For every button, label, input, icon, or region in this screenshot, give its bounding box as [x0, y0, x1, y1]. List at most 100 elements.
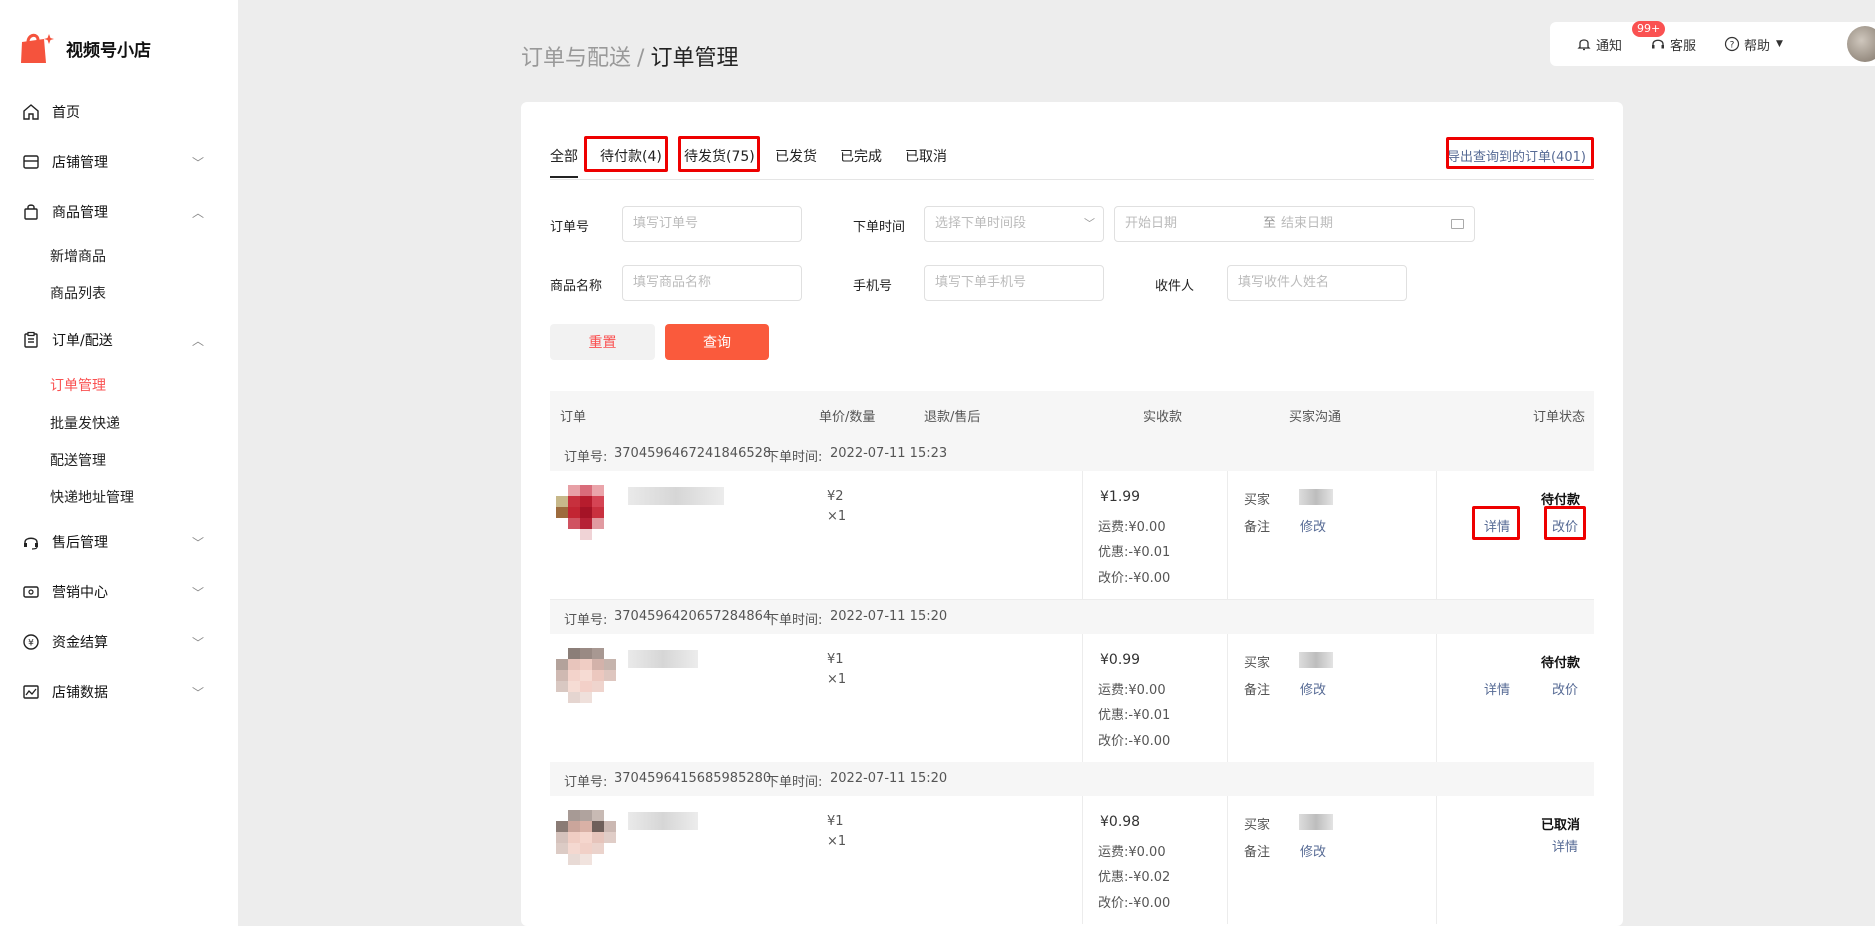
edit-note-link[interactable]: 修改: [1300, 841, 1326, 860]
sidebar-subitem-add-product[interactable]: 新增商品: [50, 246, 106, 266]
help-label: 帮助: [1744, 38, 1771, 54]
column-header: 订单状态: [1533, 410, 1586, 425]
edit-note-link[interactable]: 修改: [1300, 679, 1326, 698]
quantity: ×1: [827, 509, 847, 524]
notification-label: 通知: [1596, 38, 1623, 54]
unit-price: ¥2: [827, 489, 844, 504]
sidebar-item-orders[interactable]: 订单/配送 ︿: [0, 324, 238, 356]
sidebar-item-label: 商品管理: [52, 205, 108, 221]
sidebar-item-marketing[interactable]: 营销中心 ﹀: [0, 576, 238, 608]
quantity: ×1: [827, 672, 847, 687]
sidebar-subitem-order-management[interactable]: 订单管理: [50, 375, 106, 395]
price-adjustment: 改价:-¥0.00: [1098, 734, 1171, 749]
svg-text:?: ?: [1730, 41, 1735, 51]
sidebar-item-home[interactable]: 首页: [0, 96, 238, 128]
receiver-input[interactable]: 填写收件人姓名: [1227, 265, 1407, 301]
sidebar-item-label: 营销中心: [52, 585, 108, 601]
tab-completed[interactable]: 已完成: [840, 146, 882, 166]
buyer-name-blurred: [1299, 489, 1333, 505]
note-label: 备注: [1244, 520, 1271, 535]
order-detail-link[interactable]: 详情: [1552, 836, 1578, 855]
order-header: 订单号: 3704596420657284864 下单时间: 2022-07-1…: [550, 600, 1594, 634]
change-price-link[interactable]: 改价: [1552, 679, 1578, 698]
date-range-picker[interactable]: 开始日期 至 结束日期: [1114, 206, 1475, 242]
date-start-placeholder: 开始日期: [1125, 216, 1178, 231]
sidebar-item-label: 售后管理: [52, 535, 108, 551]
headset-icon: [22, 533, 40, 551]
unit-price: ¥1: [827, 814, 844, 829]
avatar[interactable]: [1847, 26, 1875, 62]
buyer-label: 买家: [1244, 818, 1271, 833]
svg-text:¥: ¥: [28, 639, 34, 649]
discount: 优惠:-¥0.01: [1098, 708, 1171, 723]
order-panel: 全部 待付款(4) 待发货(75) 已发货 已完成 已取消 导出查询到的订单(4…: [521, 102, 1623, 926]
product-name-input[interactable]: 填写商品名称: [622, 265, 802, 301]
date-end-placeholder: 结束日期: [1281, 216, 1334, 231]
tab-shipped[interactable]: 已发货: [775, 146, 817, 166]
column-header: 单价/数量: [819, 410, 876, 425]
date-separator: 至: [1263, 216, 1277, 231]
reset-button[interactable]: 重置: [550, 324, 655, 360]
product-name-blurred: [628, 487, 724, 505]
order-no-label: 订单号:: [564, 775, 608, 790]
chevron-down-icon: ﹀: [191, 636, 204, 650]
sidebar-item-store[interactable]: 店铺管理 ﹀: [0, 146, 238, 178]
caret-down-icon: ▼: [1776, 39, 1783, 49]
sidebar-subitem-address[interactable]: 快递地址管理: [50, 487, 134, 507]
breadcrumb: 订单与配送 / 订单管理: [521, 40, 738, 72]
search-button[interactable]: 查询: [665, 324, 769, 360]
order-header: 订单号: 3704596415685985280 下单时间: 2022-07-1…: [550, 762, 1594, 796]
order-time-placeholder: 选择下单时间段: [935, 216, 1027, 231]
order-no: 3704596467241846528: [614, 446, 772, 461]
product-name-blurred: [628, 812, 698, 830]
table-row: ¥2 ×1 ¥1.99 运费:¥0.00 优惠:-¥0.01 改价:-¥0.00…: [550, 471, 1594, 599]
price-adjustment: 改价:-¥0.00: [1098, 896, 1171, 911]
note-label: 备注: [1244, 845, 1271, 860]
order-no-input[interactable]: 填写订单号: [622, 206, 802, 242]
sidebar-item-data[interactable]: 店铺数据 ﹀: [0, 676, 238, 708]
breadcrumb-parent[interactable]: 订单与配送: [521, 46, 631, 71]
calendar-icon: [1451, 219, 1464, 229]
sidebar-subitem-delivery[interactable]: 配送管理: [50, 450, 106, 470]
highlight-box: [678, 136, 760, 172]
table-row: ¥1 ×1 ¥0.98 运费:¥0.00 优惠:-¥0.02 改价:-¥0.00…: [550, 796, 1594, 924]
buyer-label: 买家: [1244, 656, 1271, 671]
buyer-label: 买家: [1244, 493, 1271, 508]
store-icon: [22, 153, 40, 171]
tab-all[interactable]: 全部: [550, 146, 578, 178]
order-no: 3704596415685985280: [614, 771, 772, 786]
unit-price: ¥1: [827, 652, 844, 667]
help-dropdown[interactable]: ? 帮助 ▼: [1724, 35, 1783, 54]
phone-label: 手机号: [853, 279, 893, 294]
product-thumbnail[interactable]: [556, 810, 628, 876]
sidebar-subitem-product-list[interactable]: 商品列表: [50, 283, 106, 303]
product-name-blurred: [628, 650, 698, 668]
top-toolbar: 通知 99+ 客服 ? 帮助 ▼: [1550, 20, 1875, 66]
yen-icon: ¥: [22, 633, 40, 651]
product-thumbnail[interactable]: [556, 485, 628, 551]
discount: 优惠:-¥0.02: [1098, 870, 1171, 885]
sidebar-subitem-batch-shipping[interactable]: 批量发快递: [50, 413, 120, 433]
edit-note-link[interactable]: 修改: [1300, 516, 1326, 535]
order-detail-link[interactable]: 详情: [1484, 679, 1510, 698]
shop-bag-icon: [18, 30, 54, 66]
order-time-select[interactable]: 选择下单时间段 ﹀: [924, 206, 1104, 242]
sidebar: 视频号小店 首页 店铺管理 ﹀ 商品管理 ︿ 新增商品 商品列表 订单/配送 ︿…: [0, 0, 238, 926]
order-no: 3704596420657284864: [614, 609, 772, 624]
product-thumbnail[interactable]: [556, 648, 628, 714]
notification-button[interactable]: 通知 99+: [1576, 20, 1666, 54]
phone-input[interactable]: 填写下单手机号: [924, 265, 1104, 301]
column-header: 买家沟通: [1289, 410, 1342, 425]
app-logo[interactable]: 视频号小店: [18, 30, 151, 66]
customer-service-button[interactable]: 客服: [1650, 35, 1696, 54]
order-no-label: 订单号: [550, 220, 590, 235]
order-time: 2022-07-11 15:20: [830, 609, 948, 624]
bag-icon: [22, 203, 40, 221]
bell-icon: [1577, 39, 1591, 51]
sidebar-item-aftersales[interactable]: 售后管理 ﹀: [0, 526, 238, 558]
sidebar-item-label: 首页: [52, 105, 80, 121]
sidebar-item-products[interactable]: 商品管理 ︿: [0, 196, 238, 228]
sidebar-item-label: 店铺数据: [52, 685, 108, 701]
sidebar-item-finance[interactable]: ¥ 资金结算 ﹀: [0, 626, 238, 658]
tab-cancelled[interactable]: 已取消: [905, 146, 947, 166]
